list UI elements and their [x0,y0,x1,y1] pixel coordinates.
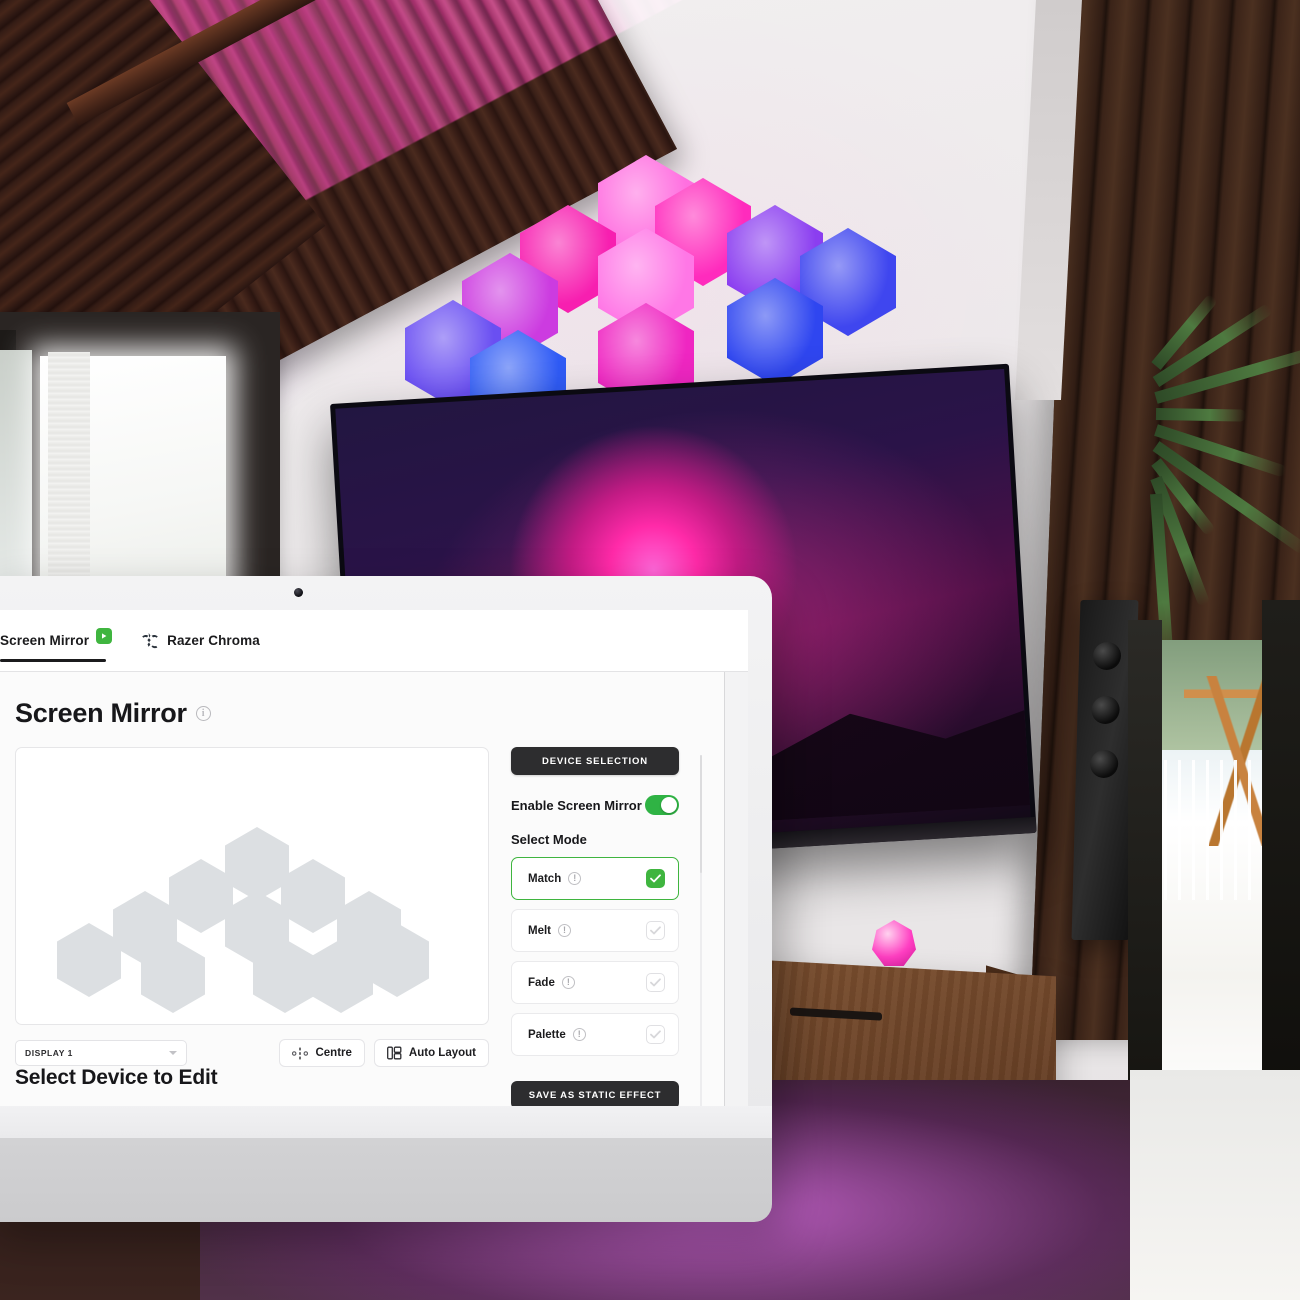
mode-option-left: Palette! [528,1028,586,1041]
mode-option-left: Melt! [528,924,571,937]
razer-chroma-icon [140,632,160,650]
device-selection-button[interactable]: DEVICE SELECTION [511,747,679,775]
warning-icon[interactable]: ! [568,872,582,885]
mode-option-melt[interactable]: Melt! [511,909,679,952]
page-title: Screen Mirror i [0,698,748,729]
layout-hexagon-3[interactable] [281,859,345,933]
layout-canvas[interactable] [15,747,489,1025]
laptop-device: Screen Mirror Razer Chroma Screen Mirror… [0,576,772,1222]
speaker-driver-icon [1089,750,1119,778]
mode-option-left: Match! [528,872,582,885]
check-icon[interactable] [646,973,665,992]
tab-razer-chroma-label: Razer Chroma [167,633,260,648]
webcam-icon [294,588,303,597]
mode-option-label: Fade [528,976,555,989]
check-icon[interactable] [646,1025,665,1044]
mode-option-left: Fade! [528,976,575,989]
display-select-value: DISPLAY 1 [25,1048,73,1058]
check-icon[interactable] [646,921,665,940]
tab-screen-mirror[interactable]: Screen Mirror [0,610,113,672]
layout-hexagon-2[interactable] [169,859,233,933]
app-window: Screen Mirror Razer Chroma Screen Mirror… [0,610,748,1106]
content-columns: DISPLAY 1 Centre Auto Layout DEVICE SELE… [0,747,748,1106]
centre-button[interactable]: Centre [279,1039,365,1067]
main-content: Screen Mirror i DISPLAY 1 Centre Auto La… [0,672,748,1106]
save-as-static-effect-button[interactable]: SAVE AS STATIC EFFECT [511,1081,679,1106]
mode-option-label: Palette [528,1028,566,1041]
canvas-controls: DISPLAY 1 Centre Auto Layout [15,1039,489,1067]
toggle-knob [661,797,677,813]
left-window-sidepane [0,350,32,608]
laptop-top-bezel [0,576,772,610]
display-select[interactable]: DISPLAY 1 [15,1040,187,1066]
select-mode-label: Select Mode [511,832,587,847]
mode-option-label: Melt [528,924,551,937]
page-title-text: Screen Mirror [15,698,187,728]
auto-layout-button[interactable]: Auto Layout [373,1039,489,1067]
enable-screen-mirror-toggle[interactable] [645,795,679,815]
hexagon-layout-grid[interactable] [16,748,488,1024]
tab-bar: Screen Mirror Razer Chroma [0,610,748,672]
auto-layout-button-label: Auto Layout [408,1047,476,1059]
settings-sidebar: DEVICE SELECTION Enable Screen Mirror Se… [511,747,707,1106]
check-icon[interactable] [646,869,665,888]
mode-option-match[interactable]: Match! [511,857,679,900]
align-centre-icon [292,1047,309,1059]
select-device-heading: Select Device to Edit [15,1066,218,1089]
speaker-driver-icon [1091,696,1120,724]
palm-plant [1150,293,1300,676]
drawer-handle [790,1007,882,1021]
warning-icon[interactable]: ! [561,976,575,989]
window-right-edge [724,672,748,1106]
centre-button-label: Centre [315,1047,352,1059]
sidebar-scrollbar-thumb[interactable] [700,755,702,873]
floor-light-area [1130,1070,1300,1300]
chevron-down-icon [169,1051,177,1055]
speaker-driver-icon [1092,642,1122,670]
info-icon[interactable]: i [195,706,211,721]
balcony-door-frame-left [1128,620,1162,1140]
mode-option-fade[interactable]: Fade! [511,961,679,1004]
warning-icon[interactable]: ! [558,924,571,937]
warning-icon[interactable]: ! [572,1028,586,1041]
tab-screen-mirror-label: Screen Mirror [0,633,90,648]
canvas-action-buttons: Centre Auto Layout [279,1039,489,1067]
layout-hexagon-1[interactable] [225,827,289,901]
laptop-base [0,1138,772,1222]
mode-option-palette[interactable]: Palette! [511,1013,679,1056]
mode-option-label: Match [528,872,562,885]
mode-option-list: Match! Melt! Fade! Palette! [511,857,707,1056]
auto-layout-icon [386,1046,402,1060]
enable-screen-mirror-row: Enable Screen Mirror [511,795,679,815]
layout-hexagon-7[interactable] [57,923,121,997]
enable-screen-mirror-label: Enable Screen Mirror [511,797,642,813]
left-window-blind [48,352,90,604]
tab-razer-chroma[interactable]: Razer Chroma [140,610,260,672]
layout-column: DISPLAY 1 Centre Auto Layout [15,747,489,1067]
palm-frond [1155,408,1247,422]
laptop-screen-base [0,1106,772,1138]
play-badge-icon [96,628,113,644]
